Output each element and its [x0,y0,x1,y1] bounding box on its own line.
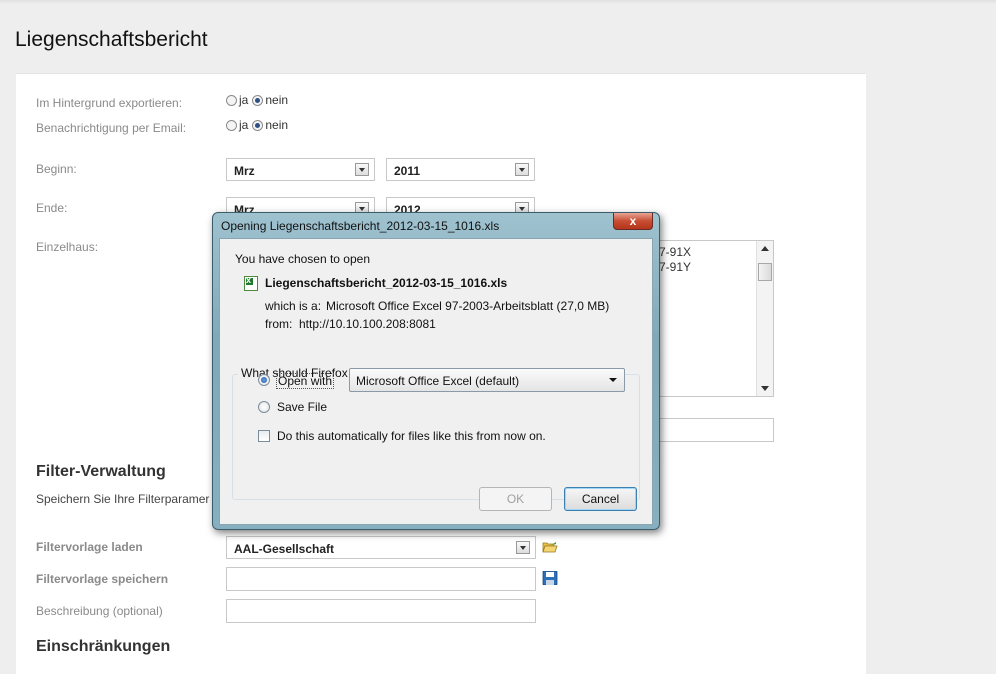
dialog-source-label: from: [265,317,293,331]
dialog-filename: Liegenschaftsbericht_2012-03-15_1016.xls [265,276,508,290]
filter-save-input[interactable] [226,567,536,591]
chevron-down-icon [515,163,529,176]
dialog-filetype-label: which is a: [265,299,322,313]
cancel-button[interactable]: Cancel [564,487,637,511]
open-file-dialog: Opening Liegenschaftsbericht_2012-03-15_… [212,212,660,530]
open-with-app-value: Microsoft Office Excel (default) [356,374,520,388]
scroll-up-icon[interactable] [761,246,769,251]
house-search-input[interactable] [656,418,774,442]
open-with-radio[interactable] [258,374,270,386]
filter-save-label: Filtervorlage speichern [36,572,169,586]
background-export-yes-label: ja [239,93,249,107]
background-export-yes-radio[interactable] [226,94,237,106]
filter-section-heading: Filter-Verwaltung [36,463,166,480]
house-label: Einzelhaus: [36,240,99,254]
email-notify-label: Benachrichtigung per Email: [36,121,187,135]
dialog-close-button[interactable]: x [613,213,653,230]
email-notify-yes-radio[interactable] [226,119,237,131]
begin-year-value: 2011 [394,164,421,178]
chevron-down-icon [609,378,617,382]
open-with-app-select[interactable]: Microsoft Office Excel (default) [349,368,625,392]
email-notify-no-radio[interactable] [252,119,264,131]
save-file-label[interactable]: Save File [277,400,327,414]
open-with-label[interactable]: Open with [276,373,335,389]
chevron-down-icon [355,163,369,176]
filter-load-value: AAL-Gesellschaft [234,542,335,556]
filter-description: Speichern Sie Ihre Filterparamer [36,492,210,506]
ok-button[interactable]: OK [479,487,552,511]
filter-description-label: Beschreibung (optional) [36,604,163,618]
excel-file-icon [244,275,258,291]
save-file-radio[interactable] [258,401,270,413]
scrollbar-thumb[interactable] [758,263,772,281]
scroll-down-icon[interactable] [761,386,769,391]
email-notify-yes-label: ja [239,118,249,132]
dialog-filetype-value: Microsoft Office Excel 97-2003-Arbeitsbl… [326,299,610,313]
list-item[interactable]: 7-91Y [659,260,691,274]
filter-load-label: Filtervorlage laden [36,540,143,554]
house-listbox[interactable]: 7-91X 7-91Y [656,240,774,397]
begin-month-value: Mrz [234,164,255,178]
restrictions-section-heading: Einschränkungen [36,638,171,655]
begin-year-select[interactable]: 2011 [386,158,535,181]
folder-open-icon[interactable] [542,540,558,554]
email-notify-no-label: nein [265,118,289,132]
begin-label: Beginn: [36,162,77,176]
page-title: Liegenschaftsbericht [15,28,208,51]
close-icon: x [629,214,637,228]
background-export-no-radio[interactable] [252,94,264,106]
background-export-radio-group: ja nein [226,93,292,107]
end-label: Ende: [36,201,68,215]
chevron-down-icon [516,541,530,554]
auto-action-label[interactable]: Do this automatically for files like thi… [277,429,546,443]
house-listbox-scrollbar[interactable] [756,241,773,396]
background-export-no-label: nein [265,93,289,107]
email-notify-radio-group: ja nein [226,118,292,132]
background-export-label: Im Hintergrund exportieren: [36,96,183,110]
dialog-body: You have chosen to open Liegenschaftsber… [219,238,653,525]
dialog-intro: You have chosen to open [235,252,371,266]
list-item[interactable]: 7-91X [659,245,691,259]
top-bar [0,0,996,4]
dialog-title: Opening Liegenschaftsbericht_2012-03-15_… [221,219,500,233]
filter-load-select[interactable]: AAL-Gesellschaft [226,536,536,559]
filter-description-input[interactable] [226,599,536,623]
begin-month-select[interactable]: Mrz [226,158,375,181]
save-icon[interactable] [542,571,558,585]
auto-action-checkbox[interactable] [258,430,270,442]
dialog-source-value: http://10.10.100.208:8081 [299,317,436,331]
